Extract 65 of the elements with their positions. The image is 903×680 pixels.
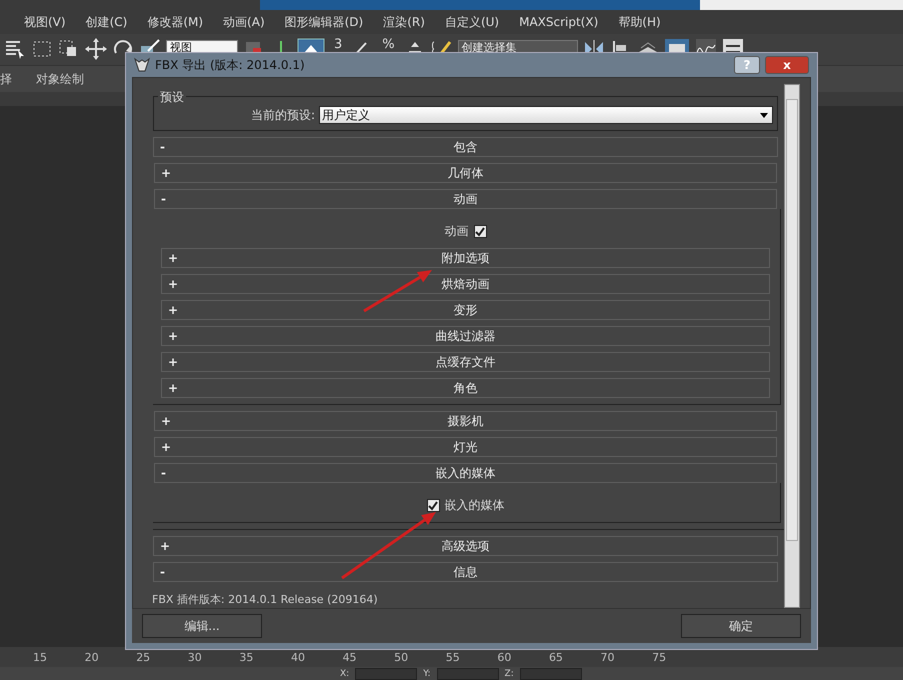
group-label: 预设 <box>158 89 186 106</box>
preset-label: 当前的预设: <box>250 106 315 124</box>
rollout-header[interactable]: + 角色 <box>161 378 770 398</box>
preset-dropdown[interactable]: 用户定义 <box>319 106 773 124</box>
ruler-label: 40 <box>290 650 306 664</box>
coordinate-field[interactable] <box>436 668 499 680</box>
fbx-logo-icon[interactable] <box>134 57 150 73</box>
coordinate-field[interactable] <box>520 668 582 680</box>
menu-item[interactable]: 视图(V) <box>14 14 76 30</box>
ribbon-tab[interactable]: 择 <box>0 70 12 88</box>
checkbox-label: 动画 <box>444 223 468 240</box>
menu-item[interactable]: 动画(A) <box>213 14 275 30</box>
menu-item[interactable]: 创建(C) <box>76 14 138 30</box>
list-select-icon[interactable] <box>4 38 26 60</box>
percent-snap-button[interactable]: % <box>378 38 399 52</box>
menu-item[interactable]: 图形编辑器(D) <box>274 14 374 30</box>
menu-item[interactable]: 渲染(R) <box>373 14 435 30</box>
rollout-header[interactable]: - 嵌入的媒体 <box>154 463 777 483</box>
dialog-button[interactable]: 编辑... <box>142 614 262 638</box>
coordinate-field[interactable] <box>355 668 418 680</box>
checkbox[interactable] <box>426 499 440 512</box>
rollout-header[interactable]: + 高级选项 <box>153 536 778 556</box>
rollout-header[interactable]: + 摄影机 <box>154 411 777 431</box>
rollout-header[interactable]: - 包含 <box>153 137 778 157</box>
checkbox-label: 嵌入的媒体 <box>444 497 504 514</box>
rollout-header[interactable]: - 动画 <box>154 189 777 209</box>
rollout-header[interactable]: + 附加选项 <box>161 248 770 268</box>
coordinate-label: Y: <box>423 668 431 678</box>
dialog-button[interactable]: 确定 <box>681 614 801 638</box>
dialog-title: FBX 导出 (版本: 2014.0.1) <box>155 56 306 74</box>
ruler-label: 65 <box>548 650 564 664</box>
ruler-label: 75 <box>652 650 668 664</box>
ruler-label: 60 <box>497 650 512 664</box>
ruler-label: 25 <box>136 650 152 664</box>
rollout-header[interactable]: - 信息 <box>153 562 778 582</box>
ruler-label: 15 <box>33 650 48 664</box>
rollout-header[interactable]: + 烘焙动画 <box>161 274 770 294</box>
ruler-label: 50 <box>394 650 410 664</box>
ruler-label: 45 <box>342 650 358 664</box>
ribbon-tab[interactable]: 对象绘制 <box>36 70 84 88</box>
rollout-header[interactable]: + 几何体 <box>154 163 777 183</box>
ruler-label: 30 <box>188 650 203 664</box>
rollout-header[interactable]: + 灯光 <box>154 437 777 457</box>
rollout-header[interactable]: + 变形 <box>161 300 770 320</box>
menu-item[interactable]: 修改器(M) <box>137 14 214 30</box>
snap-button[interactable]: 3 <box>330 38 346 52</box>
rollout-header[interactable]: + 曲线过滤器 <box>161 326 770 346</box>
ruler-label: 55 <box>446 650 461 664</box>
menu-item[interactable]: 帮助(H) <box>608 14 671 30</box>
scrollbar[interactable] <box>784 84 800 608</box>
rollout-header[interactable]: + 点缓存文件 <box>161 352 770 372</box>
ruler-label: 20 <box>84 650 100 664</box>
coordinate-label: X: <box>340 668 350 678</box>
version-text: FBX 插件版本: 2014.0.1 Release (209164) <box>153 592 379 608</box>
move-icon[interactable] <box>85 38 107 60</box>
dropdown-arrow-icon <box>760 112 768 118</box>
scrollbar-thumb[interactable] <box>786 99 798 541</box>
ruler-label: 35 <box>239 650 254 664</box>
coordinate-label: Z: <box>504 668 514 678</box>
annotation-arrow <box>363 270 432 312</box>
menu-item[interactable]: MAXScript(X) <box>509 15 608 29</box>
ruler-label: 70 <box>600 650 616 664</box>
menu-item[interactable]: 自定义(U) <box>434 14 510 30</box>
checkbox[interactable] <box>474 225 486 238</box>
close-button[interactable]: x <box>765 56 809 74</box>
